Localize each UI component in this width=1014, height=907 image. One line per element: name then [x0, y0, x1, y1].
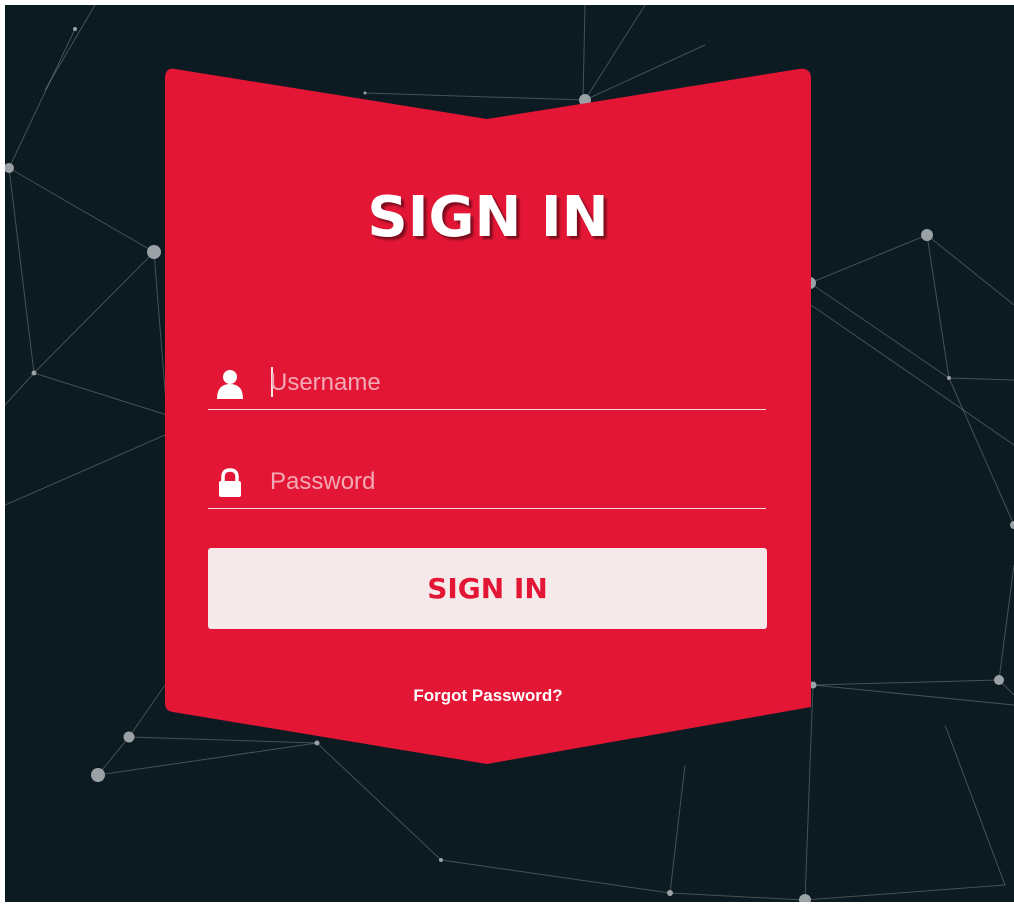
card-background: [165, 68, 811, 764]
page-title: SIGN IN: [367, 185, 609, 250]
login-card: SIGN IN SIGN IN Forgot Password?: [165, 67, 811, 767]
password-input[interactable]: [270, 464, 750, 500]
lock-icon: [219, 468, 241, 497]
user-icon: [217, 370, 243, 399]
username-input[interactable]: [270, 365, 750, 401]
forgot-password-link[interactable]: Forgot Password?: [165, 686, 811, 706]
username-field: [208, 359, 766, 410]
password-field: [208, 458, 766, 509]
sign-in-button[interactable]: SIGN IN: [208, 548, 767, 629]
login-screen: SIGN IN SIGN IN Forgot Password?: [5, 5, 1014, 902]
